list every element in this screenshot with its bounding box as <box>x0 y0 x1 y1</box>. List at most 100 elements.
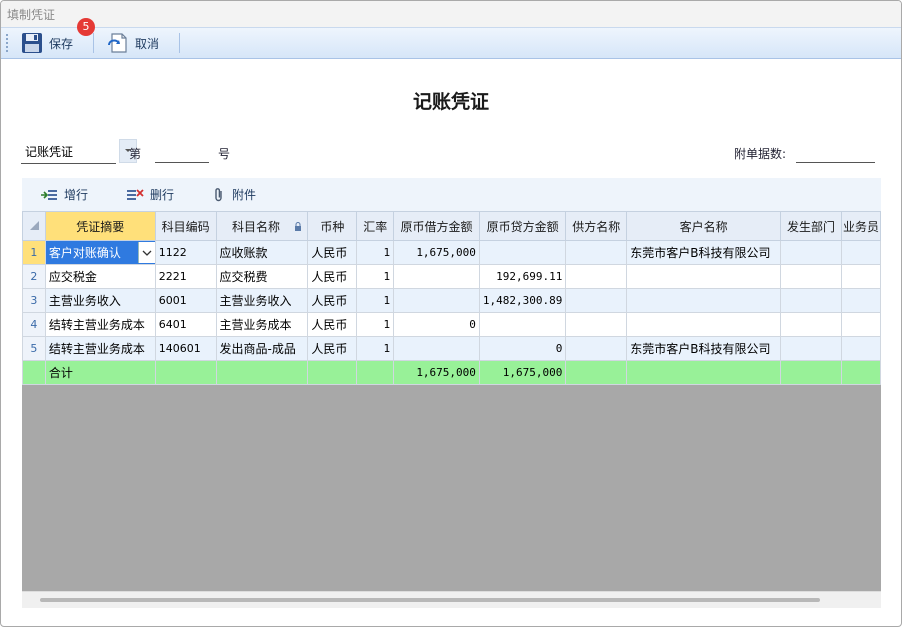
customer-cell[interactable]: 东莞市客户B科技有限公司 <box>626 336 782 361</box>
account-code-cell[interactable]: 140601 <box>154 336 217 361</box>
salesperson-cell[interactable] <box>840 240 881 265</box>
number-suffix-label: 号 <box>218 147 231 161</box>
column-header-account-code[interactable]: 科目编码 <box>154 211 217 241</box>
rate-cell[interactable]: 1 <box>356 336 395 361</box>
column-header-customer[interactable]: 客户名称 <box>626 211 782 241</box>
row-number[interactable]: 4 <box>22 312 46 337</box>
row-number[interactable]: 2 <box>22 264 46 289</box>
scrollbar-thumb[interactable] <box>40 598 820 602</box>
supplier-cell[interactable] <box>565 264 628 289</box>
delete-row-label: 删行 <box>150 188 175 202</box>
summary-cell[interactable]: 主营业务收入 <box>44 288 156 313</box>
row-number[interactable]: 1 <box>22 240 46 265</box>
rate-cell[interactable]: 1 <box>356 288 395 313</box>
attachment-button[interactable]: 附件 <box>212 186 256 203</box>
rate-cell[interactable]: 1 <box>356 264 395 289</box>
lock-icon <box>294 221 301 231</box>
table-row[interactable]: 3 主营业务收入 6001 主营业务收入 人民币 1 1,482,300.89 <box>22 288 881 313</box>
credit-cell[interactable] <box>478 240 567 265</box>
summary-cell[interactable]: 结转主营业务成本 <box>44 312 156 337</box>
row-number[interactable]: 3 <box>22 288 46 313</box>
account-name-cell[interactable]: 主营业务成本 <box>215 312 309 337</box>
toolbar-separator <box>179 33 180 53</box>
credit-cell[interactable]: 0 <box>478 336 567 361</box>
account-name-cell[interactable]: 发出商品-成品 <box>215 336 309 361</box>
customer-cell[interactable] <box>626 288 782 313</box>
department-cell[interactable] <box>780 336 842 361</box>
department-cell[interactable] <box>780 240 842 265</box>
salesperson-cell[interactable] <box>840 264 881 289</box>
supplier-cell[interactable] <box>565 312 628 337</box>
currency-cell[interactable]: 人民币 <box>307 336 358 361</box>
toolbar-grip[interactable] <box>6 34 8 52</box>
paperclip-icon <box>215 187 222 201</box>
customer-cell[interactable] <box>626 312 782 337</box>
summary-cell[interactable]: 结转主营业务成本 <box>44 336 156 361</box>
credit-cell[interactable]: 192,699.11 <box>478 264 567 289</box>
debit-cell[interactable]: 1,675,000 <box>393 240 480 265</box>
account-name-cell[interactable]: 主营业务收入 <box>215 288 309 313</box>
cancel-button[interactable]: 取消 <box>107 30 159 56</box>
table-row[interactable]: 2 应交税金 2221 应交税费 人民币 1 192,699.11 <box>22 264 881 289</box>
supplier-cell[interactable] <box>565 288 628 313</box>
summary-dropdown-button[interactable] <box>137 242 155 263</box>
account-name-cell[interactable]: 应收账款 <box>215 240 309 265</box>
horizontal-scrollbar[interactable] <box>22 591 881 608</box>
summary-cell-text[interactable]: 客户对账确认 <box>46 244 137 261</box>
account-code-cell[interactable]: 2221 <box>154 264 217 289</box>
account-code-cell[interactable]: 6401 <box>154 312 217 337</box>
save-button[interactable]: 保存 <box>21 30 73 56</box>
table-row[interactable]: 4 结转主营业务成本 6401 主营业务成本 人民币 1 0 <box>22 312 881 337</box>
summary-cell-editor[interactable]: 客户对账确认 <box>44 240 156 265</box>
column-header-credit[interactable]: 原币贷方金额 <box>478 211 567 241</box>
column-header-department[interactable]: 发生部门 <box>780 211 842 241</box>
department-cell[interactable] <box>780 288 842 313</box>
column-header-summary[interactable]: 凭证摘要 <box>44 211 156 241</box>
department-cell[interactable] <box>780 264 842 289</box>
voucher-number-input[interactable] <box>155 162 209 163</box>
total-empty-cell <box>626 360 782 385</box>
undo-icon <box>108 33 127 53</box>
customer-cell[interactable] <box>626 264 782 289</box>
attachments-count-input[interactable] <box>796 162 875 163</box>
account-name-cell[interactable]: 应交税费 <box>215 264 309 289</box>
summary-cell[interactable]: 应交税金 <box>44 264 156 289</box>
department-cell[interactable] <box>780 312 842 337</box>
column-header-supplier[interactable]: 供方名称 <box>565 211 628 241</box>
add-row-button[interactable]: 增行 <box>40 186 88 203</box>
delete-row-button[interactable]: 删行 <box>126 186 174 203</box>
debit-cell[interactable] <box>393 288 480 313</box>
currency-cell[interactable]: 人民币 <box>307 312 358 337</box>
number-prefix-label: 第 <box>129 147 142 161</box>
row-number[interactable]: 5 <box>22 336 46 361</box>
credit-cell[interactable] <box>478 312 567 337</box>
supplier-cell[interactable] <box>565 240 628 265</box>
column-header-salesperson[interactable]: 业务员 <box>840 211 881 241</box>
salesperson-cell[interactable] <box>840 336 881 361</box>
select-all-corner[interactable] <box>22 211 46 241</box>
currency-cell[interactable]: 人民币 <box>307 264 358 289</box>
currency-cell[interactable]: 人民币 <box>307 288 358 313</box>
salesperson-cell[interactable] <box>840 288 881 313</box>
salesperson-cell[interactable] <box>840 312 881 337</box>
table-row[interactable]: 5 结转主营业务成本 140601 发出商品-成品 人民币 1 0 东莞市客户B… <box>22 336 881 361</box>
column-header-debit[interactable]: 原币借方金额 <box>393 211 480 241</box>
rate-cell[interactable]: 1 <box>356 240 395 265</box>
debit-cell[interactable] <box>393 264 480 289</box>
account-code-cell[interactable]: 6001 <box>154 288 217 313</box>
debit-cell[interactable]: 0 <box>393 312 480 337</box>
supplier-cell[interactable] <box>565 336 628 361</box>
rate-cell[interactable]: 1 <box>356 312 395 337</box>
column-header-account-name[interactable]: 科目名称 <box>215 211 309 241</box>
account-code-cell[interactable]: 1122 <box>154 240 217 265</box>
column-header-rate[interactable]: 汇率 <box>356 211 395 241</box>
column-header-currency[interactable]: 币种 <box>307 211 358 241</box>
debit-cell[interactable] <box>393 336 480 361</box>
cancel-label: 取消 <box>135 36 160 51</box>
voucher-type-select[interactable]: 记账凭证 <box>21 139 137 164</box>
table-row[interactable]: 1 客户对账确认 1122 应收账款 人民币 1 1,675,000 东莞市客户… <box>22 240 881 265</box>
currency-cell[interactable]: 人民币 <box>307 240 358 265</box>
credit-cell[interactable]: 1,482,300.89 <box>478 288 567 313</box>
customer-cell[interactable]: 东莞市客户B科技有限公司 <box>626 240 782 265</box>
total-label: 合计 <box>44 360 156 385</box>
